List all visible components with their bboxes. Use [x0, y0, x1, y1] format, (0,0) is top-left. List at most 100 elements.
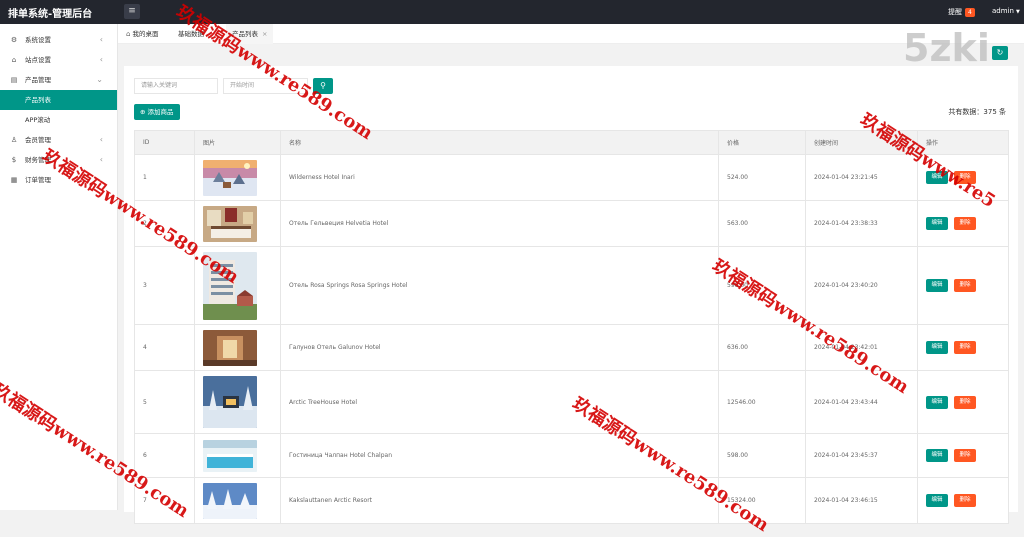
- cell-price: 598.00: [718, 433, 806, 478]
- sidebar-item-site-settings[interactable]: ⌂ 站点设置 ‹: [0, 50, 117, 70]
- sidebar-item-label: 产品列表: [25, 96, 51, 104]
- sidebar-item-member-management[interactable]: ♙ 会员管理 ‹: [0, 130, 117, 150]
- cell-image: [194, 433, 281, 478]
- cell-actions: 编辑 删除: [917, 433, 1009, 478]
- cell-price: 524.00: [718, 154, 806, 201]
- edit-button[interactable]: 编辑: [926, 494, 948, 507]
- tab-home[interactable]: ⌂ 我的桌面: [126, 24, 158, 44]
- box-icon: ▤: [10, 76, 18, 84]
- sidebar-item-label: 产品管理: [25, 76, 51, 84]
- notice-link[interactable]: 提醒 4: [948, 7, 975, 17]
- treehouse-photo: [203, 376, 257, 428]
- cell-image: [194, 477, 281, 524]
- delete-button[interactable]: 删除: [954, 171, 976, 184]
- user-icon: ♙: [10, 136, 18, 144]
- edit-button[interactable]: 编辑: [926, 279, 948, 292]
- table-row: 6 Гостиница Чалпан Hotel Chalpan 598.00 …: [134, 433, 1009, 478]
- top-bar: 排单系统-管理后台 ≡ 提醒 4 admin ▼: [0, 0, 1024, 24]
- cell-image: [194, 154, 281, 201]
- cell-id: 4: [134, 324, 195, 371]
- sidebar-item-system-settings[interactable]: ⚙ 系统设置 ‹: [0, 30, 117, 50]
- sidebar-item-finance-management[interactable]: $ 财务管理 ‹: [0, 150, 117, 170]
- start-time-input[interactable]: 开始时间: [223, 78, 308, 94]
- delete-button[interactable]: 删除: [954, 279, 976, 292]
- close-icon[interactable]: ×: [262, 30, 267, 38]
- cell-id: 1: [134, 154, 195, 201]
- total-count: 共有数据：375 条: [948, 108, 1006, 116]
- delete-button[interactable]: 删除: [954, 449, 976, 462]
- column-header-name: 名称: [280, 130, 719, 155]
- tab-label: 我的桌面: [132, 30, 159, 38]
- cell-name: Wilderness Hotel Inari: [280, 154, 719, 201]
- edit-button[interactable]: 编辑: [926, 171, 948, 184]
- cell-id: 3: [134, 246, 195, 325]
- snow-village-photo: [203, 159, 257, 196]
- sidebar-item-product-management[interactable]: ▤ 产品管理 ⌄: [0, 70, 117, 90]
- user-menu[interactable]: admin ▼: [992, 7, 1020, 15]
- chevron-down-icon: ▼: [1015, 9, 1020, 15]
- chevron-left-icon: ‹: [99, 55, 103, 64]
- brand-watermark: 5zki: [903, 26, 990, 70]
- cell-name: Галунов Отель Galunov Hotel: [280, 324, 719, 371]
- pool-photo: [203, 439, 257, 472]
- delete-button[interactable]: 删除: [954, 217, 976, 230]
- menu-icon[interactable]: ≡: [124, 4, 140, 19]
- cell-created: 2024-01-04 23:45:37: [805, 433, 918, 478]
- tab-label: 产品列表: [232, 30, 258, 38]
- notice-badge: 4: [965, 8, 975, 17]
- search-icon: ⚲: [320, 81, 326, 90]
- cell-id: 7: [134, 477, 195, 524]
- tab-bar: ⌂ 我的桌面 基础数据 产品列表 ×: [118, 24, 1024, 44]
- keyword-input[interactable]: 请输入关键词: [134, 78, 218, 94]
- table-row: 1 Wilderness Hotel Inari 524.00 2024-01-…: [134, 154, 1009, 201]
- sidebar-item-label: 订单管理: [25, 176, 51, 184]
- cell-image: [194, 200, 281, 247]
- tab-label: 基础数据: [178, 30, 204, 38]
- sidebar-item-order-management[interactable]: ▦ 订单管理: [0, 170, 117, 190]
- home-icon: ⌂: [126, 30, 131, 38]
- sidebar-item-label: 财务管理: [25, 156, 51, 164]
- delete-button[interactable]: 删除: [954, 395, 976, 409]
- column-header-image: 图片: [194, 130, 281, 155]
- main-content: ↻ 请输入关键词 开始时间 ⚲ ⊕ 添加商品 共有数据：375 条 ID 图片 …: [118, 44, 1024, 524]
- cell-actions: 编辑 删除: [917, 246, 1009, 325]
- add-product-button[interactable]: ⊕ 添加商品: [134, 104, 180, 120]
- product-panel: 请输入关键词 开始时间 ⚲ ⊕ 添加商品 共有数据：375 条 ID 图片 名称…: [124, 66, 1018, 524]
- cell-created: 2024-01-04 23:38:33: [805, 200, 918, 247]
- hotel-building-photo: [203, 251, 257, 320]
- sidebar-item-label: 会员管理: [25, 136, 51, 144]
- chevron-down-icon: ⌄: [96, 75, 103, 84]
- tab-basic-data[interactable]: 基础数据: [178, 24, 204, 44]
- refresh-button[interactable]: ↻: [992, 46, 1008, 60]
- search-button[interactable]: ⚲: [313, 78, 333, 94]
- notice-label: 提醒: [948, 8, 962, 16]
- cell-created: 2024-01-04 23:42:01: [805, 324, 918, 371]
- edit-button[interactable]: 编辑: [926, 449, 948, 462]
- gear-icon: ⚙: [10, 36, 18, 44]
- column-header-id: ID: [134, 130, 195, 155]
- home-icon: ⌂: [11, 56, 17, 64]
- edit-button[interactable]: 编辑: [926, 341, 948, 354]
- cell-created: 2024-01-04 23:46:15: [805, 477, 918, 524]
- edit-button[interactable]: 编辑: [926, 395, 948, 409]
- delete-button[interactable]: 删除: [954, 494, 976, 507]
- cell-name: Отель Гельвеция Helvetia Hotel: [280, 200, 719, 247]
- delete-button[interactable]: 删除: [954, 341, 976, 354]
- hotel-room-photo: [203, 205, 257, 242]
- tab-product-list[interactable]: 产品列表 ×: [226, 24, 274, 44]
- cell-actions: 编辑 删除: [917, 324, 1009, 371]
- cell-name: Kakslauttanen Arctic Resort: [280, 477, 719, 524]
- edit-button[interactable]: 编辑: [926, 217, 948, 230]
- cell-created: 2024-01-04 23:40:20: [805, 246, 918, 325]
- sidebar-item-product-list[interactable]: 产品列表: [0, 90, 117, 110]
- table-row: 2 Отель Гельвеция Helvetia Hotel 563.00 …: [134, 200, 1009, 247]
- cell-id: 2: [134, 200, 195, 247]
- chevron-left-icon: ‹: [99, 135, 103, 144]
- sidebar-item-app-scroll[interactable]: APP滚动: [0, 110, 117, 130]
- cell-created: 2024-01-04 23:43:44: [805, 370, 918, 434]
- sidebar: ⚙ 系统设置 ‹ ⌂ 站点设置 ‹ ▤ 产品管理 ⌄ 产品列表 APP滚动 ♙ …: [0, 24, 118, 510]
- dollar-icon: $: [11, 156, 17, 164]
- sidebar-item-label: 站点设置: [25, 56, 51, 64]
- chevron-left-icon: ‹: [99, 35, 103, 44]
- cell-actions: 编辑 删除: [917, 370, 1009, 434]
